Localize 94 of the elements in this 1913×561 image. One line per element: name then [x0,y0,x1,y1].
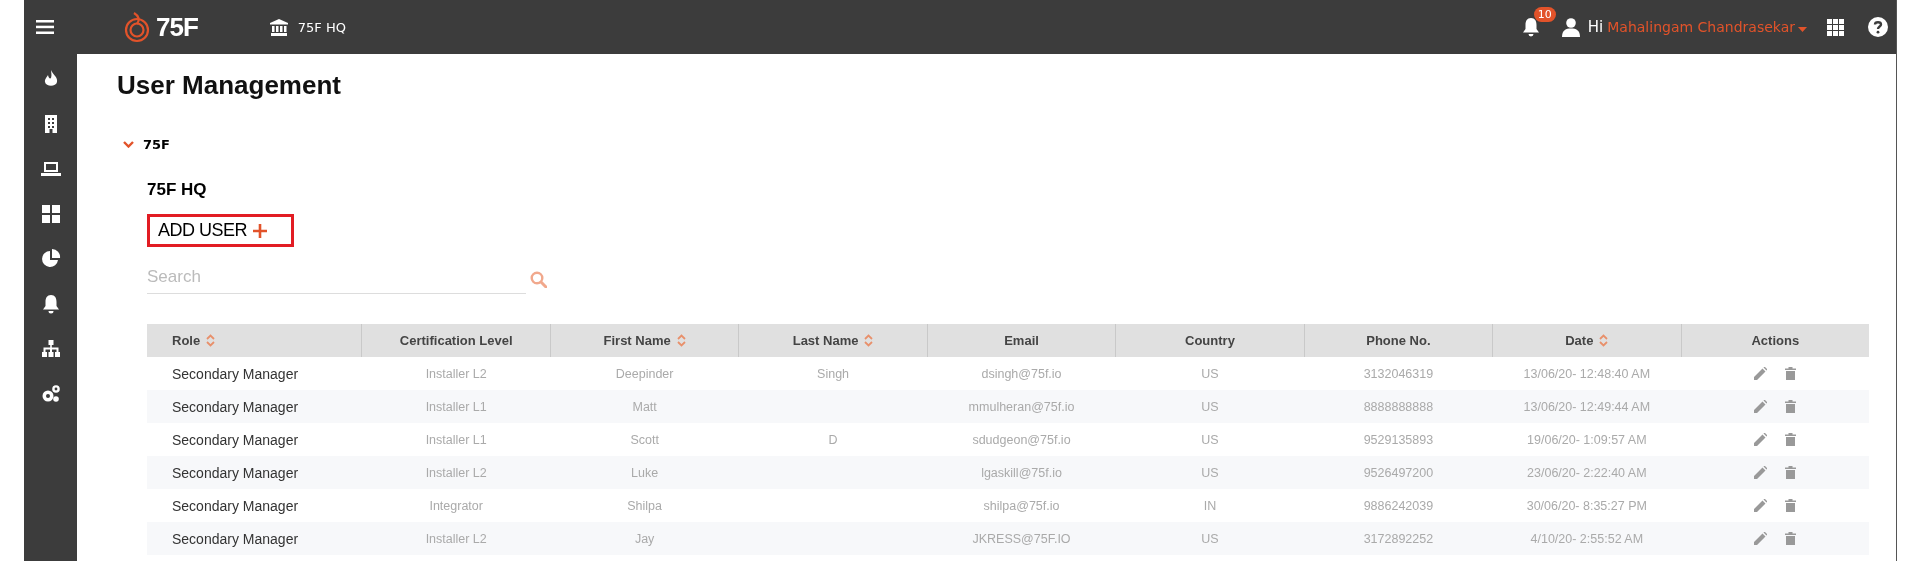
apps-grid-icon[interactable] [1827,18,1844,36]
table-cell: Secondary Manager [172,530,299,547]
pencil-icon[interactable] [1754,367,1767,380]
sort-icon [1599,334,1609,347]
sort-icon [676,334,686,347]
bell-icon[interactable] [40,294,61,314]
table-cell: US [1201,432,1219,447]
table-cell: Installer L2 [425,465,487,480]
site-heading: 75F HQ [147,180,208,200]
caret-icon [1798,26,1807,32]
table-cell: 30/06/20- 8:35:27 PM [1526,498,1647,513]
menu-icon[interactable] [36,20,54,34]
pencil-icon[interactable] [1754,466,1767,479]
table-cell: JKRESS@75F.IO [972,531,1071,546]
table-cell: Shilpa [627,498,662,513]
table-cell: 23/06/20- 2:22:40 AM [1527,465,1647,480]
table-cell: 13/06/20- 12:48:40 AM [1523,366,1651,381]
trash-icon[interactable] [1785,433,1796,446]
table-cell: Installer L2 [425,366,487,381]
table-cell: Matt [632,399,657,414]
table-cell: Deepinder [615,366,674,381]
gears-icon[interactable] [40,384,61,404]
table-cell: Luke [631,465,659,480]
table-cell: Secondary Manager [172,431,299,448]
trash-icon[interactable] [1785,400,1796,413]
pencil-icon[interactable] [1754,400,1767,413]
search-icon[interactable] [530,271,547,288]
add-user-button[interactable]: ADD USER [147,214,294,247]
page-title: User Management [117,70,342,101]
bell-icon[interactable] [1521,17,1540,37]
table-cell: US [1201,531,1219,546]
table-cell: Secondary Manager [172,398,299,415]
table-cell: Secondary Manager [172,365,299,382]
table-cell: Installer L2 [425,531,487,546]
table-cell: 19/06/20- 1:09:57 AM [1527,432,1647,447]
table-cell: 3172892252 [1363,531,1434,546]
table-cell: 8888888888 [1363,399,1434,414]
tiles-icon[interactable] [40,204,61,224]
greeting-text: Hi [1587,18,1604,36]
flame-logo-icon [122,11,152,43]
table-cell: Secondary Manager [172,464,299,481]
table-cell: lgaskill@75f.io [981,465,1062,480]
help-icon[interactable] [1868,17,1888,37]
pie-icon[interactable] [40,249,61,269]
column-header[interactable]: Last Name [738,324,928,357]
sort-icon [864,334,874,347]
trash-icon[interactable] [1785,532,1796,545]
table-cell: D [828,432,838,447]
table-cell: 9526497200 [1363,465,1434,480]
table-cell: 4/10/20- 2:55:52 AM [1530,531,1644,546]
plus-icon [253,223,267,238]
user-icon [1561,17,1580,37]
table-cell: Secondary Manager [172,497,299,514]
trash-icon[interactable] [1785,367,1796,380]
table-cell: 13/06/20- 12:49:44 AM [1523,399,1651,414]
table-cell: US [1201,366,1219,381]
table-cell: Installer L1 [425,432,487,447]
table-cell: Integrator [429,498,483,513]
table-cell: Singh [817,366,850,381]
pencil-icon[interactable] [1754,499,1767,512]
table-cell: IN [1203,498,1217,513]
pencil-icon[interactable] [1754,532,1767,545]
notification-badge: 10 [1533,7,1556,22]
logo-text: 75F [156,11,198,43]
column-header[interactable]: First Name [550,324,739,357]
table-cell: shilpa@75f.io [983,498,1060,513]
column-header: Email [927,324,1116,357]
column-header: Certification Level [362,324,551,357]
pencil-icon[interactable] [1754,433,1767,446]
column-header: Country [1115,324,1305,357]
sitemap-icon[interactable] [40,339,61,359]
trash-icon[interactable] [1785,499,1796,512]
column-header[interactable]: Role [147,324,362,357]
bank-building-icon [269,18,288,36]
trash-icon[interactable] [1785,466,1796,479]
table-cell: US [1201,399,1219,414]
column-header: Actions [1681,324,1869,357]
table-cell: sdudgeon@75f.io [972,432,1071,447]
site-name[interactable]: 75F HQ [297,19,346,35]
table-cell: Installer L1 [425,399,487,414]
table-cell: 3132046319 [1363,366,1434,381]
table-cell: US [1201,465,1219,480]
table-cell: Scott [630,432,659,447]
chevron-icon[interactable] [123,141,134,148]
table-cell: mmulheran@75f.io [968,399,1075,414]
sort-icon [206,334,216,347]
table-cell: 9529135893 [1363,432,1434,447]
tree-item[interactable]: 75F [143,137,170,152]
column-header[interactable]: Date [1492,324,1682,357]
column-header: Phone No. [1304,324,1493,357]
table-cell: Jay [634,531,655,546]
table-cell: 9886242039 [1363,498,1434,513]
table-cell: dsingh@75f.io [981,366,1062,381]
laptop-icon[interactable] [40,159,61,179]
